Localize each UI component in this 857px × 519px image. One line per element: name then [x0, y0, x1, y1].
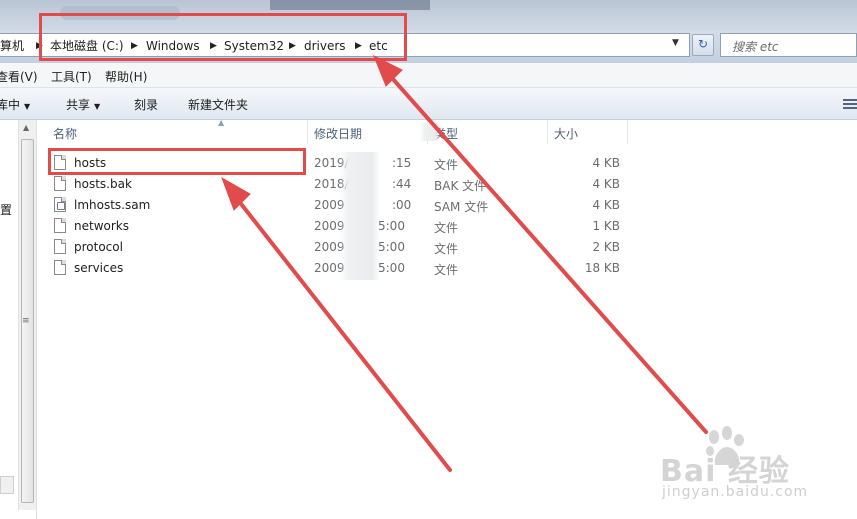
arrow-head-icon [373, 54, 403, 87]
arrow-head-icon [221, 176, 251, 211]
arrow-line-to-hosts [236, 198, 452, 472]
arrow-line-to-address [390, 76, 708, 434]
baidu-jingyan-url: jingyan.baidu.com [662, 484, 809, 500]
